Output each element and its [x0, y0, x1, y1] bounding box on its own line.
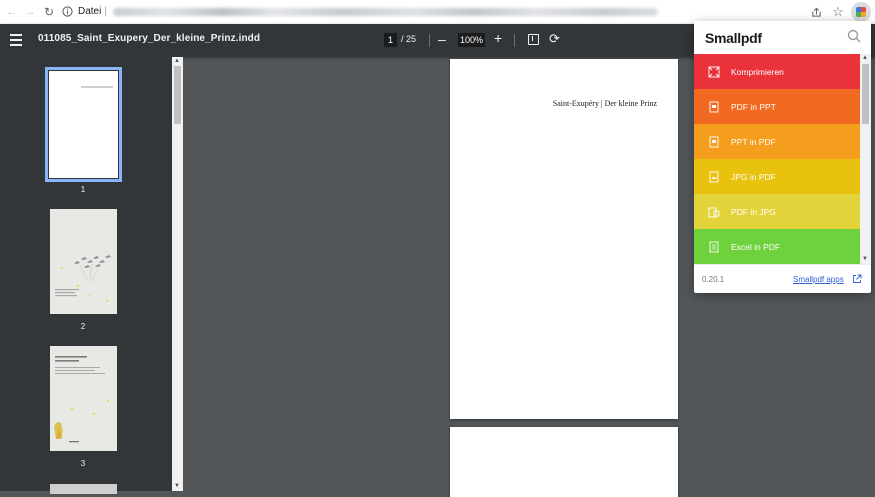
thumbnail-page-1[interactable] — [45, 67, 122, 182]
thumbnail-label: 1 — [80, 185, 86, 194]
ppt-icon — [708, 101, 720, 113]
pdf-page-2 — [450, 427, 678, 497]
popup-scrollbar[interactable]: ▲ ▼ — [860, 54, 871, 264]
tool-excel-in-pdf[interactable]: Excel in PDF — [694, 229, 860, 264]
forward-icon[interactable]: → — [21, 3, 39, 21]
ppt-icon — [708, 136, 720, 148]
tool-komprimieren[interactable]: Komprimieren — [694, 54, 860, 89]
tool-label: PDF in PPT — [731, 101, 776, 112]
star-icon[interactable]: ☆ — [828, 2, 848, 22]
page-running-header: Saint-Exupéry | Der kleine Prinz — [552, 99, 657, 108]
scroll-down-arrow[interactable]: ▼ — [174, 483, 180, 489]
version-label: 0.20.1 — [702, 275, 725, 284]
menu-icon[interactable] — [10, 34, 22, 46]
thumbnail-label: 2 — [80, 322, 86, 331]
thumbnail-page-2[interactable] — [50, 209, 117, 314]
thumbnail-illustration — [54, 356, 109, 443]
zoom-out-button[interactable]: – — [438, 31, 446, 47]
jpg-icon — [708, 206, 720, 218]
scrollbar-thumb[interactable] — [174, 66, 181, 124]
toolbar-divider — [514, 34, 515, 47]
scroll-up-arrow[interactable]: ▲ — [174, 58, 180, 64]
zoom-in-button[interactable]: + — [494, 30, 502, 46]
tool-label: JPG in PDF — [731, 171, 776, 182]
address-separator: | — [104, 6, 107, 17]
tool-label: PPT in PDF — [731, 136, 776, 147]
fit-page-icon[interactable] — [528, 34, 539, 45]
smallpdf-extension-icon[interactable] — [851, 2, 871, 22]
thumbnail-page-3[interactable] — [50, 346, 117, 451]
sidebar-scrollbar[interactable]: ▲ ▼ — [172, 57, 183, 491]
smallpdf-popup: Smallpdf Komprimieren PDF in PPT PPT in … — [694, 21, 871, 293]
tool-ppt-in-pdf[interactable]: PPT in PDF — [694, 124, 860, 159]
search-icon[interactable] — [847, 29, 861, 43]
tool-label: Excel in PDF — [731, 241, 781, 252]
scroll-up-arrow[interactable]: ▲ — [862, 55, 868, 61]
tool-jpg-in-pdf[interactable]: JPG in PDF — [694, 159, 860, 194]
thumbnail-label: 3 — [80, 459, 86, 468]
scrollbar-thumb[interactable] — [862, 64, 869, 124]
external-link-icon[interactable] — [852, 274, 862, 284]
tool-label: PDF in JPG — [731, 206, 776, 217]
page-total: / 25 — [401, 34, 417, 44]
thumbnail-page-4[interactable] — [50, 484, 117, 494]
reload-icon[interactable]: ↻ — [40, 3, 58, 21]
document-title: 011085_Saint_Exupery_Der_kleine_Prinz.in… — [38, 33, 261, 44]
address-scheme: Datei — [78, 6, 102, 17]
excel-icon — [708, 241, 720, 253]
smallpdf-apps-link[interactable]: Smallpdf apps — [793, 275, 844, 284]
address-url-blurred — [112, 7, 658, 16]
thumbnail-illustration — [55, 255, 111, 302]
share-icon[interactable] — [806, 2, 826, 22]
pdf-page-1: Saint-Exupéry | Der kleine Prinz — [450, 59, 678, 419]
info-icon[interactable] — [60, 5, 74, 19]
popup-footer: 0.20.1 Smallpdf apps — [694, 264, 871, 293]
zoom-input[interactable]: 100% — [458, 33, 485, 47]
smallpdf-logo: Smallpdf — [705, 30, 762, 46]
thumbnail-text-line — [81, 86, 113, 88]
back-icon[interactable]: ← — [3, 3, 21, 21]
address-bar[interactable]: Datei | — [60, 3, 795, 20]
compress-icon — [708, 66, 720, 78]
toolbar-divider — [429, 34, 430, 47]
jpg-icon — [708, 171, 720, 183]
thumbnail-sidebar: 1 2 3 — [0, 57, 183, 494]
rotate-icon[interactable]: ⟳ — [549, 31, 560, 47]
tool-pdf-in-jpg[interactable]: PDF in JPG — [694, 194, 860, 229]
popup-header: Smallpdf — [694, 21, 871, 54]
page-number-input[interactable]: 1 — [384, 33, 397, 47]
scroll-down-arrow[interactable]: ▼ — [862, 256, 868, 262]
tool-label: Komprimieren — [731, 66, 784, 77]
tool-pdf-in-ppt[interactable]: PDF in PPT — [694, 89, 860, 124]
